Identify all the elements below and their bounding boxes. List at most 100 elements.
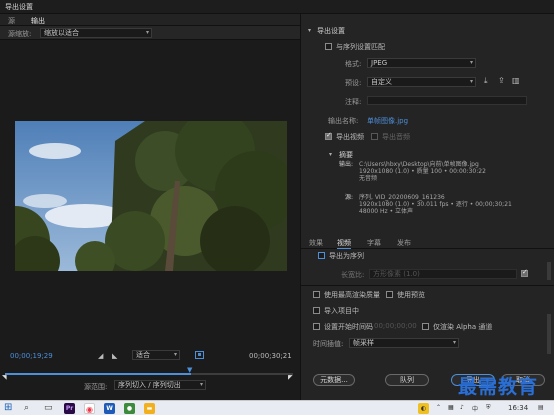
collapse-icon[interactable]: ▾ bbox=[308, 27, 311, 34]
tray-arrow-icon[interactable]: ⌃ bbox=[436, 404, 441, 411]
summary-output-label: 输出: bbox=[339, 161, 354, 168]
in-point-icon[interactable]: ◥ bbox=[2, 374, 7, 381]
word-app-icon[interactable]: W bbox=[104, 403, 115, 414]
export-audio-checkbox[interactable] bbox=[371, 133, 378, 140]
file-explorer-icon[interactable]: ▬ bbox=[144, 403, 155, 414]
preview-tabs: 源 输出 bbox=[0, 14, 300, 28]
summary-source-line: 序列, VID_20200609_161236 bbox=[359, 194, 445, 201]
export-settings-title: 导出设置 bbox=[317, 27, 345, 35]
search-icon[interactable]: ⌕ bbox=[24, 403, 29, 413]
fit-dropdown[interactable]: 适合 ▾ bbox=[132, 350, 180, 360]
import-into-project-label: 导入项目中 bbox=[324, 307, 359, 315]
max-render-quality-label: 使用最高渲染质量 bbox=[324, 291, 380, 299]
aspect-ratio-value: 方形像素 (1.0) bbox=[373, 270, 420, 278]
tab-effects[interactable]: 效果 bbox=[309, 238, 323, 248]
security-icon[interactable]: ⛨ bbox=[486, 404, 491, 412]
start-timecode-value[interactable]: 00;00;00;00 bbox=[374, 322, 417, 330]
summary-collapse-icon[interactable]: ▾ bbox=[329, 151, 332, 158]
source-range-value: 序列切入 / 序列切出 bbox=[118, 381, 181, 389]
chrome-app-icon[interactable]: ◉ bbox=[84, 403, 95, 414]
app-icon[interactable]: ● bbox=[124, 403, 135, 414]
summary-title: 摘要 bbox=[339, 151, 353, 159]
format-value: JPEG bbox=[371, 59, 388, 67]
settings-scrollbar[interactable] bbox=[547, 262, 551, 280]
current-timecode[interactable]: 00;00;19;29 bbox=[10, 352, 53, 360]
windows-start-icon[interactable]: ⊞ bbox=[4, 402, 12, 413]
source-scaling-value: 缩放以适合 bbox=[44, 29, 79, 37]
preview-pane: 源 输出 源缩放: 缩放以适合 ▾ 00;00;19;29 ◢ ◣ 适合 ▾ ▪… bbox=[0, 14, 300, 400]
preview-frame-image bbox=[15, 121, 287, 271]
summary-source-label: 源: bbox=[345, 194, 354, 201]
metadata-button[interactable]: 元数据... bbox=[313, 374, 355, 386]
import-preset-icon[interactable]: ⇪ bbox=[498, 76, 505, 85]
duration-timecode: 00;00;30;21 bbox=[249, 352, 292, 360]
clock[interactable]: 16:34 bbox=[508, 404, 528, 412]
export-as-sequence-label: 导出为序列 bbox=[329, 252, 364, 260]
format-dropdown[interactable]: JPEG ▾ bbox=[367, 58, 476, 68]
tab-captions[interactable]: 字幕 bbox=[367, 238, 381, 248]
preset-dropdown[interactable]: 自定义 ▾ bbox=[367, 77, 476, 87]
timeline-bar[interactable]: ▼ ◥ ◤ bbox=[2, 366, 293, 381]
comments-input[interactable] bbox=[367, 96, 527, 105]
network-icon[interactable]: ▦ bbox=[448, 404, 454, 411]
options-scrollbar[interactable] bbox=[547, 314, 551, 354]
time-interpolation-value: 帧采样 bbox=[353, 339, 374, 347]
aspect-ratio-match-checkbox[interactable] bbox=[521, 268, 528, 277]
input-method-label[interactable]: 中 bbox=[472, 404, 478, 413]
chevron-down-icon: ▾ bbox=[452, 339, 456, 346]
max-render-quality-checkbox[interactable] bbox=[313, 291, 320, 298]
preset-label: 预设: bbox=[345, 79, 362, 87]
task-view-icon[interactable]: ▭ bbox=[44, 403, 53, 413]
premiere-app-icon[interactable]: Pr bbox=[64, 403, 75, 414]
title-bar: 导出设置 bbox=[0, 0, 554, 14]
mark-out-icon[interactable]: ◣ bbox=[112, 352, 117, 360]
window-title: 导出设置 bbox=[5, 3, 33, 11]
save-preset-icon[interactable]: ⤓ bbox=[484, 76, 488, 86]
summary-output-line: 无音频 bbox=[359, 175, 378, 182]
volume-icon[interactable]: ♪ bbox=[460, 404, 464, 411]
source-range-label: 源范围: bbox=[84, 383, 108, 391]
export-settings-window: 导出设置 源 输出 源缩放: 缩放以适合 ▾ 00;00;19;29 ◢ ◣ 适… bbox=[0, 0, 554, 415]
taskbar: ⊞ ⌕ ▭ Pr ◉ W ● ▬ ◐ ⌃ ▦ ♪ 中 ⛨ 16:34 ▤ bbox=[0, 400, 554, 415]
render-alpha-only-label: 仅渲染 Alpha 通道 bbox=[433, 323, 493, 331]
use-previews-label: 使用预览 bbox=[397, 291, 425, 299]
export-video-label: 导出视频 bbox=[336, 133, 364, 141]
source-scaling-label: 源缩放: bbox=[8, 30, 32, 38]
mark-in-icon[interactable]: ◢ bbox=[98, 352, 103, 360]
import-into-project-checkbox[interactable] bbox=[313, 307, 320, 314]
summary-output-line: C:\Users\hbxy\Desktop\向前\单帧图像.jpg bbox=[359, 161, 479, 168]
set-start-timecode-label: 设置开始时间码 bbox=[324, 323, 373, 331]
render-alpha-only-checkbox[interactable] bbox=[422, 323, 429, 330]
tab-video[interactable]: 视频 bbox=[337, 238, 351, 249]
set-start-timecode-checkbox[interactable] bbox=[313, 323, 320, 330]
export-audio-label: 导出音频 bbox=[382, 133, 410, 141]
notifications-icon[interactable]: ▤ bbox=[538, 404, 544, 411]
output-name-link[interactable]: 单帧图像.jpg bbox=[367, 116, 408, 126]
aspect-ratio-dropdown[interactable]: 方形像素 (1.0) bbox=[369, 269, 517, 279]
source-range-dropdown[interactable]: 序列切入 / 序列切出 ▾ bbox=[114, 380, 206, 390]
source-scaling-dropdown[interactable]: 缩放以适合 ▾ bbox=[40, 28, 152, 38]
timeline-progress bbox=[5, 373, 191, 375]
summary-output-line: 1920x1080 (1.0) • 质量 100 • 00:00:30:22 bbox=[359, 168, 486, 175]
queue-button[interactable]: 队列 bbox=[385, 374, 429, 386]
out-point-icon[interactable]: ◤ bbox=[288, 374, 293, 381]
summary-source-line: 1920x1080 (1.0) • 30.011 fps • 逐行 • 00;0… bbox=[359, 201, 512, 208]
playhead-icon[interactable]: ▼ bbox=[187, 366, 192, 374]
source-scaling-row: 源缩放: 缩放以适合 ▾ bbox=[0, 26, 300, 40]
fit-value: 适合 bbox=[136, 351, 150, 359]
chevron-down-icon: ▾ bbox=[199, 381, 203, 388]
tab-publish[interactable]: 发布 bbox=[397, 238, 411, 248]
export-video-checkbox[interactable] bbox=[325, 131, 332, 140]
match-sequence-checkbox[interactable] bbox=[325, 43, 332, 50]
export-as-sequence-checkbox[interactable] bbox=[318, 252, 325, 259]
tab-source[interactable]: 源 bbox=[8, 16, 15, 26]
use-previews-checkbox[interactable] bbox=[386, 291, 393, 298]
chevron-down-icon: ▾ bbox=[469, 78, 473, 85]
time-interpolation-dropdown[interactable]: 帧采样 ▾ bbox=[349, 338, 459, 348]
tray-app-icon[interactable]: ◐ bbox=[418, 403, 429, 414]
settings-pane: ▾ 导出设置 与序列设置匹配 格式: JPEG ▾ 预设: 自定义 ▾ ⤓ ⇪ … bbox=[300, 14, 554, 400]
watermark-logo: 最需教育 bbox=[458, 376, 539, 398]
delete-preset-icon[interactable]: ▥ bbox=[512, 76, 520, 85]
chevron-down-icon: ▾ bbox=[469, 59, 473, 66]
safe-margins-icon[interactable]: ▪ bbox=[195, 351, 204, 359]
